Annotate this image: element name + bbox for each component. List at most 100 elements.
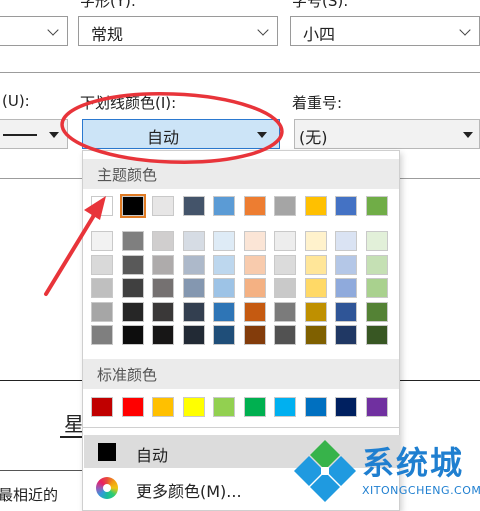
font-combo-left[interactable]	[0, 16, 68, 46]
theme-color-swatch[interactable]	[335, 325, 357, 345]
theme-color-swatch[interactable]	[152, 325, 174, 345]
section-divider	[0, 470, 82, 471]
theme-color-swatch[interactable]	[182, 325, 205, 345]
chevron-down-icon	[459, 24, 471, 36]
theme-color-swatch[interactable]	[304, 325, 327, 345]
theme-color-swatch[interactable]	[213, 301, 235, 322]
theme-color-swatch[interactable]	[213, 254, 235, 275]
theme-color-swatch[interactable]	[304, 196, 327, 216]
underline-color-combo[interactable]: 自动	[82, 119, 280, 149]
auto-color-label: 自动	[136, 446, 169, 465]
theme-color-swatch[interactable]	[243, 254, 266, 275]
watermark-url: XITONGCHENG.COM	[362, 484, 480, 497]
theme-color-swatch[interactable]	[365, 231, 388, 251]
theme-color-swatch[interactable]	[213, 278, 235, 298]
theme-color-swatch[interactable]	[121, 278, 144, 298]
theme-color-swatch[interactable]	[304, 301, 327, 322]
more-colors-label: 更多颜色(M)...	[136, 482, 242, 501]
theme-color-swatch[interactable]	[91, 254, 113, 275]
theme-color-swatch[interactable]	[243, 325, 266, 345]
standard-color-swatch[interactable]	[182, 397, 205, 417]
theme-color-swatch[interactable]	[365, 196, 388, 216]
underline-line-preview	[3, 134, 37, 136]
standard-color-swatch[interactable]	[365, 397, 388, 417]
standard-color-swatch[interactable]	[335, 397, 357, 417]
theme-color-swatch[interactable]	[152, 254, 174, 275]
standard-color-swatch[interactable]	[213, 397, 235, 417]
theme-color-swatch[interactable]	[152, 278, 174, 298]
theme-color-swatch[interactable]	[274, 254, 296, 275]
theme-color-swatch[interactable]	[91, 301, 113, 322]
theme-color-swatch[interactable]	[243, 231, 266, 251]
underline-color-value: 自动	[147, 128, 180, 147]
emphasis-value: (无)	[299, 128, 328, 147]
theme-color-swatch[interactable]	[335, 196, 357, 216]
theme-color-swatch[interactable]	[121, 301, 144, 322]
theme-color-swatch[interactable]	[119, 194, 146, 218]
theme-color-swatch[interactable]	[121, 231, 144, 251]
theme-color-swatch[interactable]	[121, 325, 144, 345]
standard-color-swatch[interactable]	[91, 397, 113, 417]
standard-color-swatch[interactable]	[243, 397, 266, 417]
theme-color-swatch[interactable]	[182, 278, 205, 298]
font-style-label: 字形(Y):	[80, 0, 136, 10]
theme-color-swatch[interactable]	[274, 278, 296, 298]
theme-color-swatch[interactable]	[91, 278, 113, 298]
theme-color-swatch[interactable]	[213, 231, 235, 251]
theme-color-swatch[interactable]	[152, 231, 174, 251]
standard-color-swatch[interactable]	[274, 397, 296, 417]
theme-color-swatch[interactable]	[335, 301, 357, 322]
theme-color-swatch[interactable]	[365, 301, 388, 322]
theme-color-swatch[interactable]	[243, 278, 266, 298]
theme-color-swatch[interactable]	[304, 278, 327, 298]
theme-color-swatch[interactable]	[335, 278, 357, 298]
font-size-value: 小四	[303, 25, 336, 44]
underline-type-combo[interactable]	[0, 119, 68, 149]
chevron-down-icon	[47, 24, 59, 36]
emphasis-label: 着重号:	[292, 94, 343, 112]
theme-color-swatch[interactable]	[274, 301, 296, 322]
theme-color-swatch[interactable]	[213, 196, 235, 216]
theme-color-swatch[interactable]	[243, 196, 266, 216]
font-style-combo[interactable]: 常规	[78, 16, 278, 46]
theme-color-swatch[interactable]	[213, 325, 235, 345]
theme-color-swatch[interactable]	[304, 254, 327, 275]
section-divider	[0, 72, 480, 73]
theme-color-swatch[interactable]	[274, 231, 296, 251]
theme-color-swatch[interactable]	[91, 196, 113, 216]
theme-color-swatch[interactable]	[335, 254, 357, 275]
theme-color-swatch[interactable]	[182, 196, 205, 216]
underline-type-label: (U):	[2, 92, 30, 110]
color-wheel-icon	[96, 477, 118, 499]
theme-color-swatch[interactable]	[182, 231, 205, 251]
theme-color-swatch[interactable]	[365, 278, 388, 298]
theme-color-swatch[interactable]	[365, 325, 388, 345]
watermark: 系统城 XITONGCHENG.COM	[290, 432, 480, 511]
standard-color-swatch[interactable]	[152, 397, 174, 417]
theme-color-swatch[interactable]	[91, 231, 113, 251]
theme-color-swatch[interactable]	[121, 254, 144, 275]
theme-color-swatch[interactable]	[304, 231, 327, 251]
standard-color-swatch[interactable]	[121, 397, 144, 417]
theme-color-swatch[interactable]	[152, 196, 174, 216]
theme-color-swatch[interactable]	[91, 325, 113, 345]
menu-divider	[83, 427, 399, 428]
watermark-logo-icon	[294, 440, 356, 502]
font-size-combo[interactable]: 小四	[290, 16, 480, 46]
standard-color-swatch[interactable]	[304, 397, 327, 417]
standard-colors-header: 标准颜色	[83, 359, 399, 389]
theme-color-swatch[interactable]	[243, 301, 266, 322]
theme-color-swatch[interactable]	[274, 325, 296, 345]
emphasis-combo[interactable]: (无)	[294, 119, 480, 149]
theme-color-swatch[interactable]	[335, 231, 357, 251]
watermark-name: 系统城	[362, 444, 465, 482]
theme-color-swatch[interactable]	[152, 301, 174, 322]
preview-character: 星	[64, 412, 84, 436]
underline-color-label: 下划线颜色(I):	[80, 94, 177, 112]
theme-color-swatch[interactable]	[182, 301, 205, 322]
theme-color-swatch[interactable]	[182, 254, 205, 275]
theme-color-swatch[interactable]	[274, 196, 296, 216]
section-divider	[400, 178, 480, 179]
theme-color-swatch[interactable]	[365, 254, 388, 275]
preview-underline	[60, 436, 82, 438]
